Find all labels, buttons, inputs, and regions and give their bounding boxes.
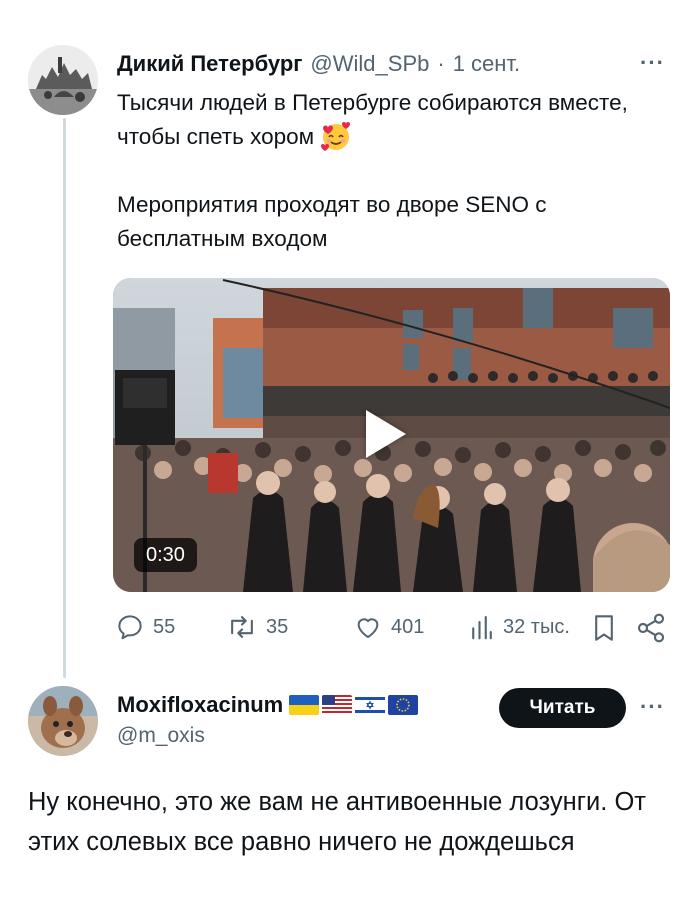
author-handle[interactable]: @Wild_SPb <box>310 51 429 77</box>
ukraine-flag-icon <box>289 695 320 715</box>
author-name[interactable]: Дикий Петербург <box>117 51 302 77</box>
reply-button[interactable]: 55 <box>115 612 175 642</box>
separator: · <box>437 51 445 76</box>
tweet-actions: 55 35 401 32 тыс. <box>113 612 673 648</box>
usa-flag-icon <box>322 695 353 715</box>
play-icon[interactable] <box>366 410 406 458</box>
bookmark-button[interactable] <box>591 612 617 644</box>
views-count: 32 тыс. <box>503 615 570 638</box>
avatar[interactable] <box>28 686 98 756</box>
author-handle[interactable]: @m_oxis <box>117 724 205 748</box>
more-horizontal-icon[interactable]: ··· <box>640 50 665 76</box>
like-button[interactable]: 401 <box>353 612 424 642</box>
smiling-face-with-hearts-icon <box>320 120 352 152</box>
retweet-button[interactable]: 35 <box>226 612 288 642</box>
analytics-icon <box>472 615 492 640</box>
tweet-text: Тысячи людей в Петербурге собираются вме… <box>117 86 657 256</box>
author-row: Moxifloxacinum <box>117 690 419 720</box>
retweet-count: 35 <box>266 615 289 638</box>
more-horizontal-icon[interactable]: ··· <box>640 694 665 720</box>
author-name[interactable]: Moxifloxacinum <box>117 692 283 718</box>
tweet-text-paragraph-1: Тысячи людей в Петербурге собираются вме… <box>117 86 657 154</box>
reply-count: 55 <box>153 615 176 638</box>
share-icon <box>637 613 665 643</box>
bookmark-icon <box>595 615 613 641</box>
eu-flag-icon <box>388 695 419 715</box>
tweet-text-paragraph-2: Мероприятия проходят во дворе SENO с бес… <box>117 192 547 252</box>
tweet-date[interactable]: 1 сент. <box>453 51 520 77</box>
retweet-icon <box>231 616 253 638</box>
avatar[interactable] <box>28 45 98 115</box>
video-duration: 0:30 <box>134 538 197 572</box>
tweet-header: Дикий Петербург @Wild_SPb · 1 сент. <box>117 48 520 80</box>
heart-icon <box>357 618 379 638</box>
like-count: 401 <box>391 615 425 638</box>
tweet-thread: Дикий Петербург @Wild_SPb · 1 сент. ··· … <box>0 0 700 918</box>
israel-flag-icon <box>355 695 386 715</box>
follow-button[interactable]: Читать <box>499 688 626 728</box>
thread-connector <box>63 118 66 678</box>
share-button[interactable] <box>635 612 667 644</box>
views-button[interactable]: 32 тыс. <box>469 612 570 642</box>
reply-icon <box>118 615 142 640</box>
tweet-text: Ну конечно, это же вам не антивоенные ло… <box>28 788 646 856</box>
